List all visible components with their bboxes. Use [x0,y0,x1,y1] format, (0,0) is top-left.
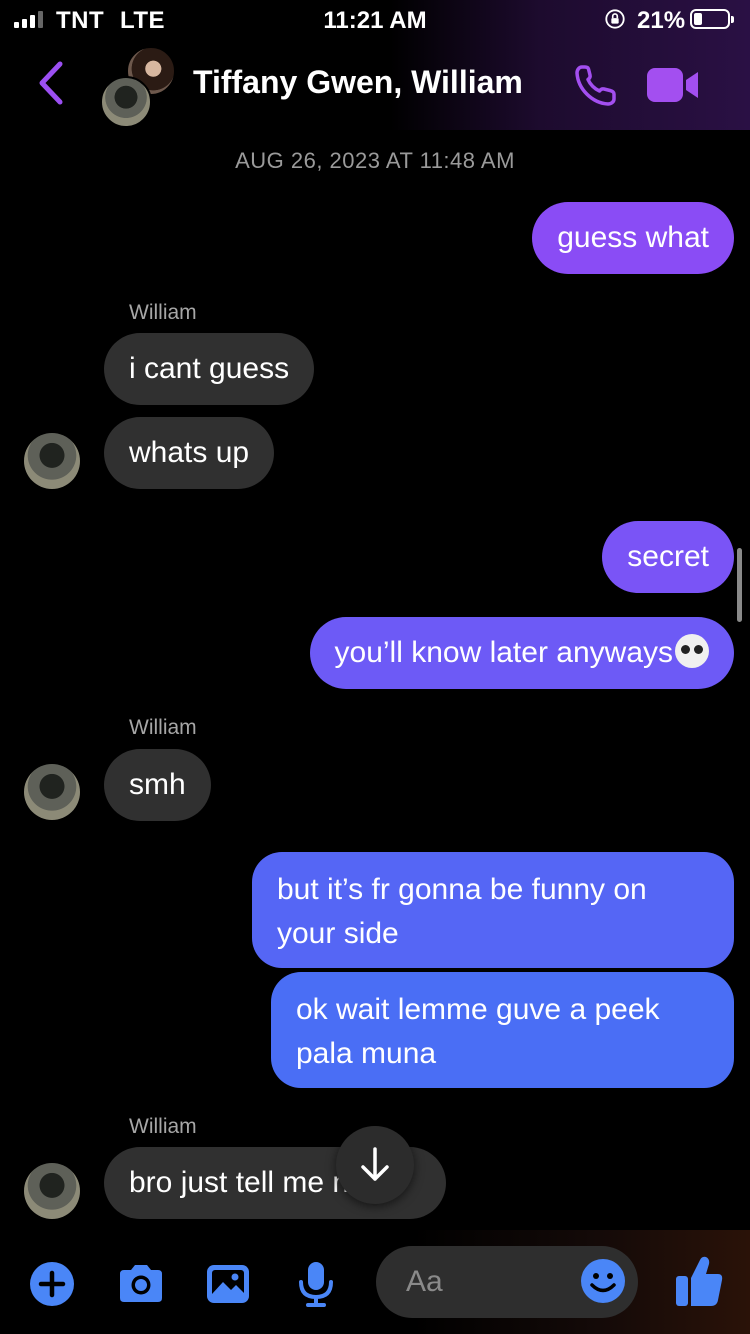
orientation-lock-icon [605,9,625,29]
chat-header: Tiffany Gwen, William [0,40,750,130]
message-text: i cant guess [129,352,290,385]
message-composer: Aa [0,1230,750,1334]
skull-emoji-icon [675,634,709,668]
message-text: you’ll know later anyways [334,636,673,669]
message-input-placeholder: Aa [406,1265,443,1298]
scrollbar[interactable] [737,548,742,622]
microphone-icon[interactable] [296,1260,336,1308]
group-avatar[interactable] [100,46,180,128]
outgoing-message[interactable]: you’ll know later anyways [309,617,734,689]
thumbs-up-icon[interactable] [674,1254,724,1308]
message-text: guess what [557,221,709,254]
scroll-to-bottom-button[interactable] [336,1126,414,1204]
message-text: secret [627,540,709,573]
sender-name: William [129,1115,197,1138]
incoming-message[interactable]: whats up [104,417,275,489]
image-icon[interactable] [204,1260,252,1308]
camera-icon[interactable] [116,1260,166,1308]
back-button[interactable] [30,58,74,108]
avatar[interactable] [24,433,80,489]
incoming-message[interactable]: i cant guess [104,333,315,405]
outgoing-message[interactable]: secret [602,521,734,593]
chat-title[interactable]: Tiffany Gwen, William [193,64,523,101]
status-bar: TNT LTE 11:21 AM 21% [0,0,750,40]
message-text: smh [129,768,186,801]
message-text: but it’s fr gonna be funny on your side [277,873,647,950]
sender-name: William [129,301,197,324]
emoji-icon[interactable] [580,1258,626,1304]
avatar[interactable] [24,1163,80,1219]
message-text: whats up [129,436,250,469]
conversation-timestamp: AUG 26, 2023 AT 11:48 AM [235,148,515,173]
battery-percent: 21% [637,7,686,34]
avatar[interactable] [24,764,80,820]
avatar [100,76,152,128]
incoming-message[interactable]: smh [104,749,211,821]
message-text: ok wait lemme guve a peek pala muna [296,993,660,1070]
video-call-button[interactable] [646,66,700,104]
battery-icon [690,9,734,29]
plus-icon[interactable] [28,1260,76,1308]
phone-call-button[interactable] [573,62,619,108]
outgoing-message[interactable]: but it’s fr gonna be funny on your side [252,852,734,968]
outgoing-message[interactable]: guess what [532,202,734,274]
outgoing-message[interactable]: ok wait lemme guve a peek pala muna [271,972,734,1088]
sender-name: William [129,716,197,739]
arrow-down-icon [361,1147,389,1181]
